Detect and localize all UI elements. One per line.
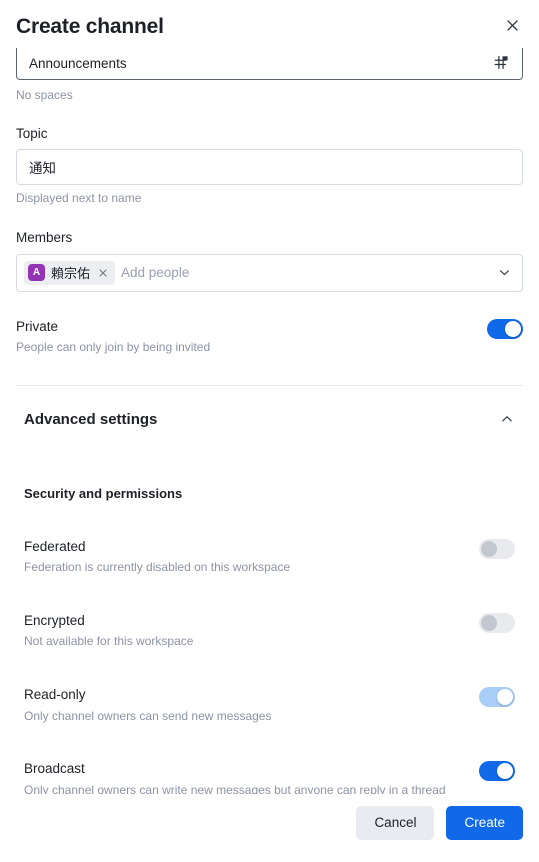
read-only-texts: Read-only Only channel owners can send n… [24,686,467,724]
close-icon[interactable] [96,266,110,280]
chevron-down-icon[interactable] [496,265,512,281]
advanced-settings-header[interactable]: Advanced settings [16,411,523,428]
avatar: A [28,264,45,282]
encrypted-setting-row: Encrypted Not available for this workspa… [16,612,523,650]
add-people-input[interactable] [121,254,490,291]
security-permissions-title: Security and permissions [24,485,183,501]
private-title: Private [16,318,59,334]
close-button[interactable] [499,12,525,38]
read-only-toggle [479,686,515,707]
cancel-button[interactable]: Cancel [356,806,435,840]
federated-texts: Federated Federation is currently disabl… [24,538,467,576]
federated-setting-row: Federated Federation is currently disabl… [16,538,523,576]
federated-subtitle: Federation is currently disabled on this… [24,560,291,575]
create-button[interactable]: Create [446,806,523,840]
topic-block: Topic 通知 Displayed next to name [16,126,523,207]
private-subtitle: People can only join by being invited [16,340,211,355]
broadcast-setting-row: Broadcast Only channel owners can write … [16,760,523,794]
encrypted-toggle [479,612,515,633]
encrypted-texts: Encrypted Not available for this workspa… [24,612,467,650]
members-block: Members A 賴宗佑 [16,230,523,292]
read-only-subtitle: Only channel owners can send new message… [24,708,272,723]
encrypted-title: Encrypted [24,612,85,628]
create-channel-dialog: Create channel Announcements No spaces T… [0,0,539,862]
toggle-knob [505,320,521,337]
broadcast-toggle[interactable] [479,761,515,782]
channel-name-input[interactable]: Announcements [16,48,523,80]
toggle-knob [481,614,497,631]
private-setting-row: Private People can only join by being in… [16,318,523,356]
topic-label: Topic [16,125,48,141]
broadcast-subtitle: Only channel owners can write new messag… [24,782,446,794]
members-label: Members [16,230,73,246]
dialog-body: Announcements No spaces Topic 通知 Display… [0,48,539,794]
read-only-title: Read-only [24,686,86,702]
topic-hint: Displayed next to name [16,190,142,205]
channel-name-hint: No spaces [16,88,73,102]
chevron-up-icon[interactable] [499,411,515,427]
page-title: Create channel [16,14,164,38]
private-texts: Private People can only join by being in… [16,318,475,356]
toggle-knob [497,763,513,780]
dialog-header: Create channel [0,0,539,48]
private-toggle[interactable] [487,318,523,339]
channel-name-field-wrapper: Announcements [16,48,523,82]
channel-name-value: Announcements [29,56,127,71]
encrypted-subtitle: Not available for this workspace [24,634,194,649]
close-icon [505,18,520,33]
members-input-box[interactable]: A 賴宗佑 [16,253,523,292]
dialog-footer: Cancel Create [0,794,539,862]
member-name: 賴宗佑 [51,266,91,282]
federated-title: Federated [24,538,86,554]
toggle-knob [497,688,513,705]
advanced-settings-title: Advanced settings [24,410,158,428]
section-divider [16,384,523,386]
topic-input[interactable]: 通知 [16,148,523,185]
broadcast-texts: Broadcast Only channel owners can write … [24,760,467,794]
toggle-knob [481,540,497,557]
read-only-setting-row: Read-only Only channel owners can send n… [16,686,523,724]
member-chip[interactable]: A 賴宗佑 [24,260,116,285]
channel-hash-icon[interactable] [492,53,510,71]
topic-value: 通知 [29,160,56,176]
broadcast-title: Broadcast [24,761,85,777]
federated-toggle [479,538,515,559]
